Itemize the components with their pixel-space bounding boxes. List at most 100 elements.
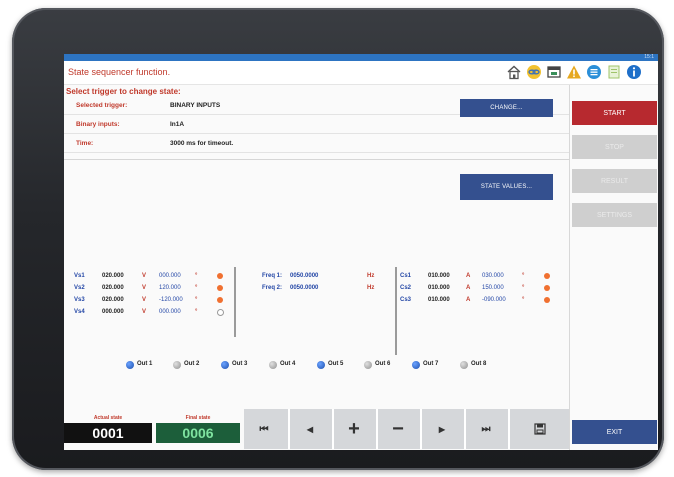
output-indicator[interactable]: Out 1 bbox=[126, 360, 172, 370]
status-dot bbox=[217, 285, 223, 291]
current-magnitude[interactable]: 010.000 bbox=[428, 272, 450, 280]
degree-unit: ° bbox=[195, 297, 198, 303]
remove-state-button[interactable]: − bbox=[376, 409, 418, 449]
voltage-magnitude[interactable]: 020.000 bbox=[102, 296, 124, 304]
state-values-button[interactable]: STATE VALUES... bbox=[460, 174, 553, 200]
voltage-phase[interactable]: -120.000 bbox=[159, 296, 183, 304]
window-icon[interactable] bbox=[546, 64, 562, 80]
output-led-icon bbox=[364, 361, 372, 369]
current-name: Cs3 bbox=[400, 297, 412, 303]
last-state-button[interactable]: ⏭ bbox=[464, 409, 506, 449]
first-state-button[interactable]: ⏮ bbox=[244, 409, 284, 449]
voltage-unit: V bbox=[142, 285, 147, 291]
voltage-magnitude[interactable]: 000.000 bbox=[102, 308, 124, 316]
voltage-row: Vs2 020.000 V 120.000 ° bbox=[74, 284, 234, 294]
exit-button[interactable]: EXIT bbox=[572, 420, 657, 444]
main-panel: Select trigger to change state: Selected… bbox=[64, 85, 569, 450]
current-name: Cs1 bbox=[400, 273, 412, 279]
output-led-icon bbox=[221, 361, 229, 369]
voltage-name: Vs3 bbox=[74, 297, 85, 303]
current-phase[interactable]: 030.000 bbox=[482, 272, 504, 280]
save-icon bbox=[533, 423, 546, 435]
divider bbox=[64, 159, 569, 160]
voltage-magnitude[interactable]: 020.000 bbox=[102, 284, 124, 292]
frequency-row: Freq 2: 0050.0000 Hz bbox=[262, 284, 382, 294]
voltage-phase[interactable]: 000.000 bbox=[159, 308, 181, 316]
final-state-label: Final state bbox=[185, 415, 211, 421]
current-magnitude[interactable]: 010.000 bbox=[428, 296, 450, 304]
title-bar: State sequencer function. bbox=[64, 61, 658, 85]
skip-first-icon: ⏮ bbox=[259, 423, 269, 435]
voltage-phase[interactable]: 000.000 bbox=[159, 272, 181, 280]
frequency-label: Freq 2: bbox=[262, 285, 283, 291]
status-clock: 15:1 bbox=[644, 54, 654, 60]
screen: 15:1 State sequencer function. Select tr… bbox=[64, 54, 658, 450]
actual-state-label: Actual state bbox=[93, 415, 123, 421]
binary-inputs-label: Binary inputs: bbox=[76, 121, 120, 128]
output-led-icon bbox=[412, 361, 420, 369]
degree-unit: ° bbox=[195, 309, 198, 315]
output-indicator[interactable]: Out 2 bbox=[173, 360, 219, 370]
tablet-frame: 15:1 State sequencer function. Select tr… bbox=[12, 8, 664, 470]
voltage-phase[interactable]: 120.000 bbox=[159, 284, 181, 292]
output-led-icon bbox=[126, 361, 134, 369]
output-label: Out 6 bbox=[375, 361, 391, 367]
current-phase[interactable]: -090.000 bbox=[482, 296, 506, 304]
plus-icon: + bbox=[348, 417, 360, 440]
output-label: Out 2 bbox=[184, 361, 200, 367]
notes-icon[interactable] bbox=[606, 64, 622, 80]
current-phase[interactable]: 150.000 bbox=[482, 284, 504, 292]
output-indicator[interactable]: Out 6 bbox=[364, 360, 410, 370]
status-bar: 15:1 bbox=[64, 54, 658, 61]
next-state-button[interactable]: ▶ bbox=[420, 409, 462, 449]
sidebar: START STOP RESULT SETTINGS EXIT bbox=[569, 85, 658, 450]
output-indicator[interactable]: Out 4 bbox=[269, 360, 315, 370]
save-button[interactable] bbox=[508, 409, 569, 449]
status-dot bbox=[544, 297, 550, 303]
frequency-unit: Hz bbox=[367, 285, 375, 291]
status-dot bbox=[217, 297, 223, 303]
output-indicator[interactable]: Out 5 bbox=[317, 360, 363, 370]
voltage-magnitude[interactable]: 020.000 bbox=[102, 272, 124, 280]
status-dot bbox=[544, 273, 550, 279]
output-indicator[interactable]: Out 3 bbox=[221, 360, 267, 370]
warning-icon[interactable] bbox=[566, 64, 582, 80]
frequency-value[interactable]: 0050.0000 bbox=[290, 284, 318, 292]
settings-button[interactable]: SETTINGS bbox=[572, 203, 657, 227]
info-icon[interactable] bbox=[626, 64, 642, 80]
voltage-name: Vs4 bbox=[74, 309, 85, 315]
current-row: Cs1 010.000 A 030.000 ° bbox=[400, 272, 560, 282]
previous-state-button[interactable]: ◀ bbox=[288, 409, 330, 449]
stop-button[interactable]: STOP bbox=[572, 135, 657, 159]
link-icon[interactable] bbox=[526, 64, 542, 80]
frequency-value[interactable]: 0050.0000 bbox=[290, 272, 318, 280]
output-led-icon bbox=[317, 361, 325, 369]
output-indicator[interactable]: Out 8 bbox=[460, 360, 506, 370]
change-button[interactable]: CHANGE... bbox=[460, 99, 553, 117]
voltage-unit: V bbox=[142, 309, 147, 315]
column-divider bbox=[395, 267, 397, 355]
output-indicator[interactable]: Out 7 bbox=[412, 360, 458, 370]
output-led-icon bbox=[269, 361, 277, 369]
voltage-name: Vs1 bbox=[74, 273, 85, 279]
output-label: Out 5 bbox=[328, 361, 344, 367]
list-icon[interactable] bbox=[586, 64, 602, 80]
time-row: Time: 3000 ms for timeout. bbox=[64, 136, 569, 153]
chevron-right-icon: ▶ bbox=[438, 424, 446, 434]
voltage-row: Vs4 000.000 V 000.000 ° bbox=[74, 308, 234, 318]
final-state-display[interactable]: 0006 bbox=[156, 423, 240, 443]
column-divider bbox=[234, 267, 236, 337]
voltage-name: Vs2 bbox=[74, 285, 85, 291]
home-icon[interactable] bbox=[506, 64, 522, 80]
frequency-unit: Hz bbox=[367, 273, 375, 279]
current-magnitude[interactable]: 010.000 bbox=[428, 284, 450, 292]
result-button[interactable]: RESULT bbox=[572, 169, 657, 193]
output-label: Out 8 bbox=[471, 361, 487, 367]
time-label: Time: bbox=[76, 140, 94, 147]
output-label: Out 4 bbox=[280, 361, 296, 367]
start-button[interactable]: START bbox=[572, 101, 657, 125]
add-state-button[interactable]: + bbox=[332, 409, 374, 449]
binary-inputs-row: Binary inputs: In1A bbox=[64, 117, 569, 134]
current-unit: A bbox=[466, 285, 471, 291]
time-value: 3000 ms for timeout. bbox=[170, 140, 234, 147]
